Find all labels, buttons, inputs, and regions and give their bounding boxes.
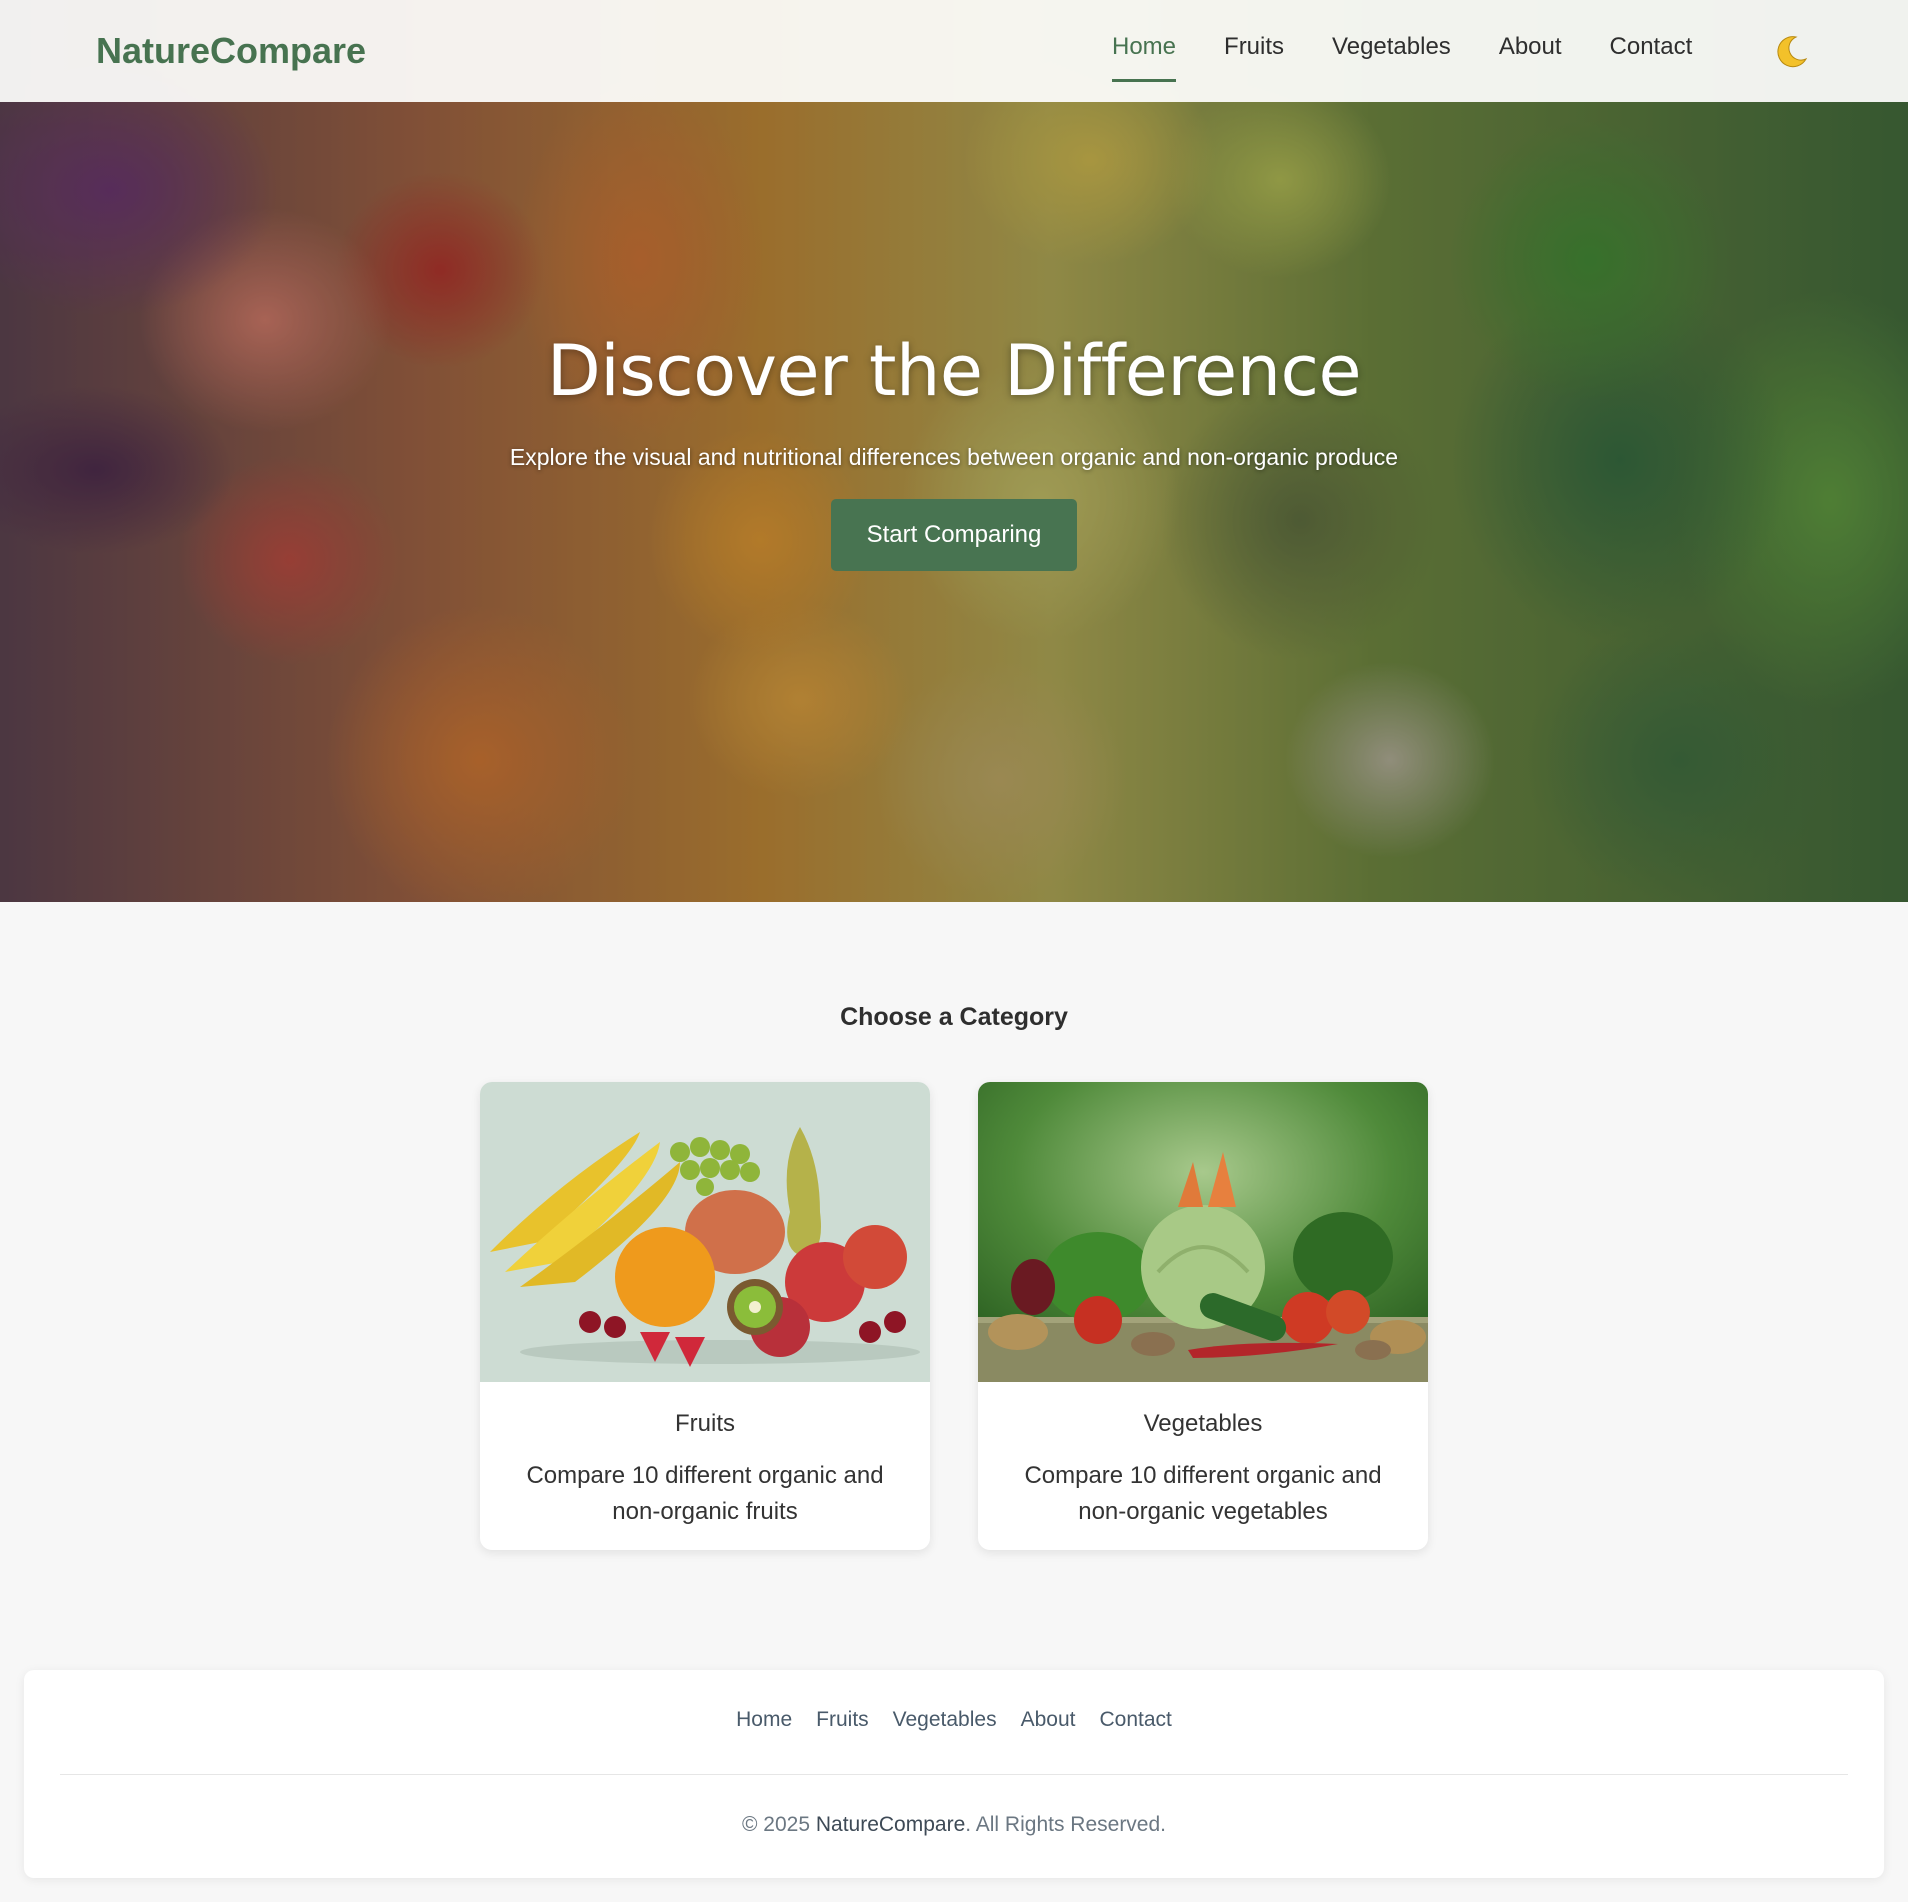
footer-link-about[interactable]: About: [1021, 1708, 1076, 1732]
footer-link-contact[interactable]: Contact: [1099, 1708, 1171, 1732]
crescent-moon-icon: [1777, 36, 1808, 68]
navbar: NatureCompare Home Fruits Vegetables Abo…: [0, 0, 1908, 102]
hero-title: Discover the Difference: [546, 330, 1362, 412]
brand-logo[interactable]: NatureCompare: [96, 30, 366, 72]
footer: Home Fruits Vegetables About Contact © 2…: [24, 1670, 1884, 1878]
category-card-vegetables[interactable]: Vegetables Compare 10 different organic …: [978, 1082, 1428, 1550]
page: Discover the Difference Explore the visu…: [0, 0, 1908, 1902]
copyright-prefix: © 2025: [741, 1813, 816, 1836]
theme-toggle-button[interactable]: [1772, 33, 1810, 71]
start-comparing-button[interactable]: Start Comparing: [831, 499, 1077, 571]
nav-link-fruits[interactable]: Fruits: [1224, 33, 1284, 73]
copyright-text: © 2025 NatureCompare. All Rights Reserve…: [24, 1813, 1884, 1837]
hero-content: Discover the Difference Explore the visu…: [0, 330, 1908, 571]
nav-link-contact[interactable]: Contact: [1610, 33, 1693, 73]
footer-link-fruits[interactable]: Fruits: [816, 1708, 869, 1732]
card-title-vegetables: Vegetables: [1143, 1410, 1263, 1437]
card-description-fruits: Compare 10 different organic and non-org…: [526, 1462, 884, 1525]
nav-link-home[interactable]: Home: [1112, 33, 1177, 82]
fruits-image: [480, 1082, 930, 1382]
copyright-brand: NatureCompare: [815, 1813, 966, 1836]
nav-link-vegetables[interactable]: Vegetables: [1332, 33, 1451, 73]
card-description-vegetables: Compare 10 different organic and non-org…: [1024, 1462, 1382, 1525]
footer-divider: [60, 1774, 1848, 1775]
hero-subtitle: Explore the visual and nutritional diffe…: [509, 444, 1399, 470]
hero-section: Discover the Difference Explore the visu…: [0, 0, 1908, 902]
footer-link-vegetables[interactable]: Vegetables: [893, 1708, 997, 1732]
card-title-fruits: Fruits: [675, 1410, 735, 1437]
footer-links: Home Fruits Vegetables About Contact: [24, 1708, 1884, 1732]
nav-links: Home Fruits Vegetables About Contact: [1112, 33, 1693, 82]
category-card-fruits[interactable]: Fruits Compare 10 different organic and …: [480, 1082, 930, 1550]
category-heading: Choose a Category: [840, 1003, 1068, 1031]
vegetables-image: [978, 1082, 1428, 1382]
nav-link-about[interactable]: About: [1499, 33, 1562, 73]
copyright-suffix: . All Rights Reserved.: [965, 1813, 1167, 1836]
footer-link-home[interactable]: Home: [736, 1708, 792, 1732]
